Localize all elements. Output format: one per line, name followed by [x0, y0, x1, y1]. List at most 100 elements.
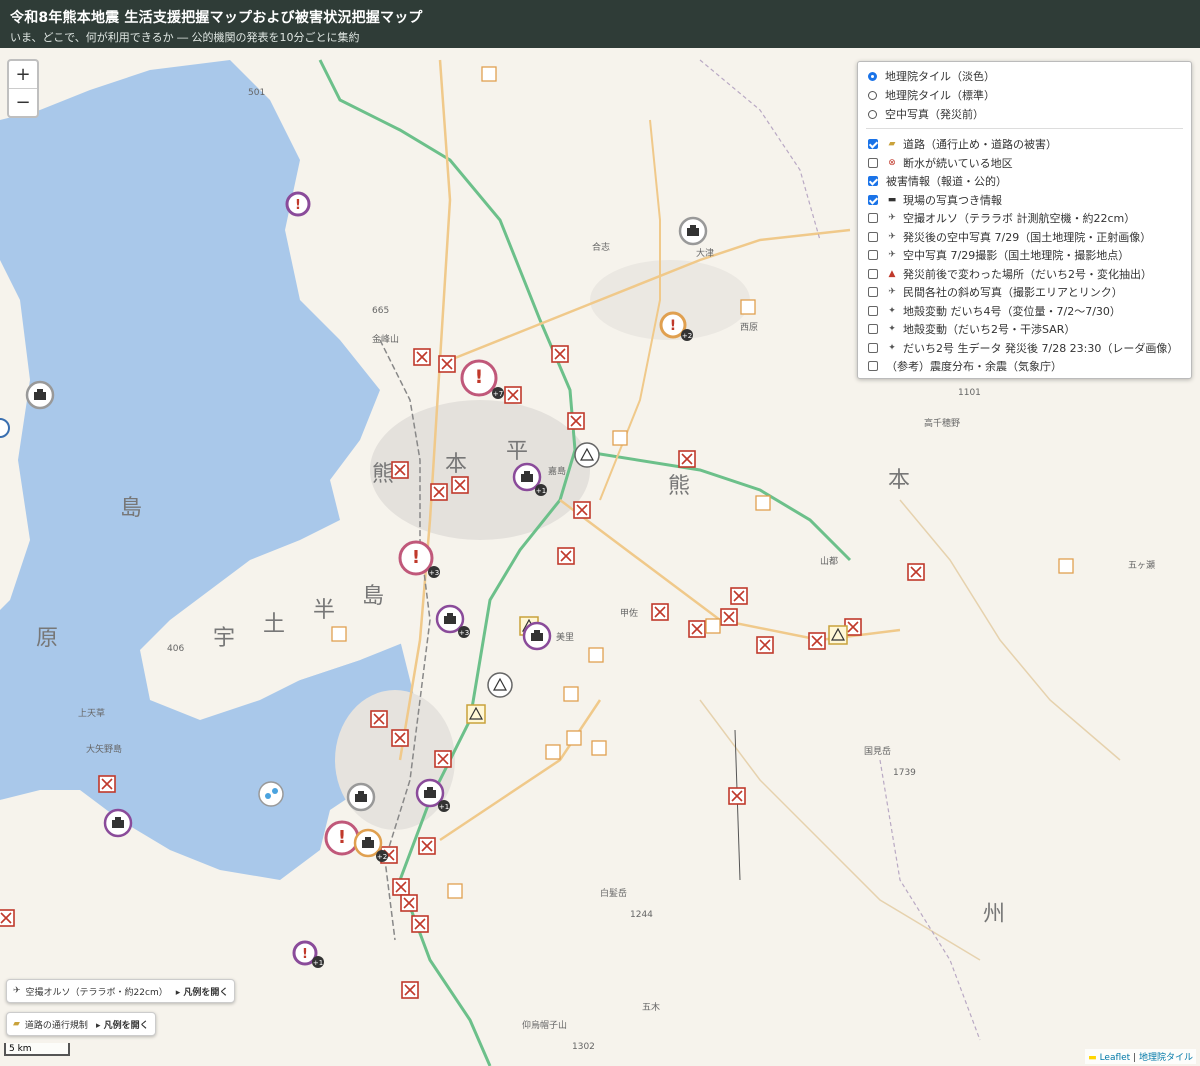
- road-closure-marker[interactable]: [907, 563, 925, 581]
- photo-report-marker[interactable]: [678, 216, 708, 246]
- overlay-option[interactable]: ✦ 地殻変動（だいち2号・干渉SAR）: [868, 321, 1075, 337]
- radio-button[interactable]: [868, 71, 877, 81]
- facility-marker[interactable]: [481, 66, 497, 82]
- road-closure-marker[interactable]: [451, 476, 469, 494]
- road-closure-marker[interactable]: [651, 603, 669, 621]
- road-closure-marker[interactable]: [434, 750, 452, 768]
- road-closure-marker[interactable]: [808, 632, 826, 650]
- legend-open-link[interactable]: ▸ 凡例を開く: [96, 1018, 149, 1031]
- road-closure-marker[interactable]: [728, 787, 746, 805]
- tiles-link[interactable]: 地理院タイル: [1139, 1053, 1193, 1063]
- marker-badge[interactable]: +2: [682, 332, 692, 340]
- facility-marker[interactable]: [331, 626, 347, 642]
- road-closure-marker[interactable]: [98, 775, 116, 793]
- checkbox[interactable]: [868, 250, 878, 260]
- checkbox[interactable]: [868, 176, 878, 186]
- road-closure-marker[interactable]: [411, 915, 429, 933]
- damage-report-marker[interactable]: !: [285, 191, 311, 217]
- warning-marker[interactable]: [574, 442, 600, 468]
- marker-badge[interactable]: +7: [493, 390, 503, 398]
- road-closure-marker[interactable]: [430, 483, 448, 501]
- road-closure-marker[interactable]: [392, 878, 410, 896]
- photo-report-marker[interactable]: [103, 808, 133, 838]
- checkbox[interactable]: [868, 157, 878, 168]
- facility-marker[interactable]: [612, 430, 628, 446]
- photo-report-marker[interactable]: +2: [353, 828, 388, 862]
- checkbox[interactable]: [868, 287, 878, 297]
- legend-toggle-ortho[interactable]: ✈ 空撮オルソ（テララボ・約22cm） ▸ 凡例を開く: [6, 979, 236, 1003]
- marker-badge[interactable]: +3: [459, 629, 469, 637]
- overlay-option[interactable]: ✦ 地殻変動 だいち4号（変位量・7/2〜7/30）: [868, 303, 1121, 319]
- road-closure-marker[interactable]: [391, 729, 409, 747]
- checkbox[interactable]: [868, 268, 878, 279]
- overlay-option[interactable]: ✈ 空撮オルソ（テララボ 計測航空機・約22cm）: [868, 210, 1135, 226]
- road-closure-marker[interactable]: [413, 348, 431, 366]
- leaflet-link[interactable]: Leaflet: [1100, 1053, 1131, 1063]
- base-layer-option[interactable]: 地理院タイル（淡色）: [868, 68, 995, 84]
- checkbox[interactable]: [868, 305, 878, 316]
- road-closure-marker[interactable]: [551, 345, 569, 363]
- base-layer-option[interactable]: 地理院タイル（標準）: [868, 87, 995, 103]
- road-closure-marker[interactable]: [567, 412, 585, 430]
- marker-badge[interactable]: +3: [429, 569, 439, 577]
- road-closure-marker[interactable]: [688, 620, 706, 638]
- facility-marker[interactable]: [591, 740, 607, 756]
- radio-button[interactable]: [868, 90, 877, 100]
- marker-badge[interactable]: +1: [536, 487, 546, 495]
- damage-report-marker[interactable]: ! +2: [659, 311, 693, 341]
- checkbox[interactable]: [868, 231, 878, 242]
- warning-marker[interactable]: [487, 672, 513, 698]
- overlay-option[interactable]: ✈ 発災後の空中写真 7/29（国土地理院・正射画像）: [868, 229, 1151, 245]
- road-closure-marker[interactable]: [438, 355, 456, 373]
- facility-marker[interactable]: [566, 730, 582, 746]
- photo-report-marker[interactable]: +1: [512, 462, 547, 496]
- overlay-option[interactable]: ✈ 空中写真 7/29撮影（国土地理院・撮影地点）: [868, 247, 1129, 263]
- road-closure-marker[interactable]: [401, 981, 419, 999]
- photo-report-marker[interactable]: +3: [435, 604, 470, 638]
- marker-badge[interactable]: +1: [313, 959, 323, 967]
- zoom-out-button[interactable]: −: [9, 89, 37, 116]
- overlay-option[interactable]: ✦ だいち2号 生データ 発災後 7/28 23:30（レーダ画像）: [868, 340, 1178, 356]
- overlay-option[interactable]: （参考）震度分布・余震（気象庁）: [868, 358, 1062, 374]
- warning-marker[interactable]: [466, 704, 486, 724]
- facility-marker[interactable]: [588, 647, 604, 663]
- photo-report-marker[interactable]: [346, 782, 376, 812]
- checkbox[interactable]: [868, 361, 878, 371]
- road-closure-marker[interactable]: [391, 461, 409, 479]
- checkbox[interactable]: [868, 194, 878, 205]
- water-supply-marker[interactable]: [258, 781, 284, 807]
- facility-marker[interactable]: [545, 744, 561, 760]
- road-closure-marker[interactable]: [573, 501, 591, 519]
- checkbox[interactable]: [868, 139, 878, 149]
- facility-marker[interactable]: [447, 883, 463, 899]
- facility-marker[interactable]: [563, 686, 579, 702]
- marker-badge[interactable]: +1: [439, 803, 449, 811]
- road-closure-marker[interactable]: [756, 636, 774, 654]
- radio-button[interactable]: [868, 109, 877, 119]
- checkbox[interactable]: [868, 213, 878, 223]
- overlay-option[interactable]: ▬ 現場の写真つき情報: [868, 192, 1002, 208]
- road-closure-marker[interactable]: [557, 547, 575, 565]
- warning-marker[interactable]: [828, 625, 848, 645]
- checkbox[interactable]: [868, 342, 878, 353]
- marker-badge[interactable]: +2: [377, 853, 387, 861]
- overlay-option[interactable]: ✈ 民間各社の斜め写真（撮影エリアとリンク）: [868, 284, 1123, 300]
- road-closure-marker[interactable]: [370, 710, 388, 728]
- legend-open-link[interactable]: ▸ 凡例を開く: [176, 985, 229, 998]
- partial-marker[interactable]: [0, 418, 10, 438]
- overlay-option[interactable]: ▰ 道路（通行止め・道路の被害）: [868, 136, 1057, 152]
- overlay-option[interactable]: ⊗ 断水が続いている地区: [868, 155, 1013, 171]
- road-closure-marker[interactable]: [418, 837, 436, 855]
- road-closure-marker[interactable]: [0, 909, 15, 927]
- overlay-option[interactable]: ▲ 発災前後で変わった場所（だいち2号・変化抽出）: [868, 266, 1152, 282]
- road-closure-marker[interactable]: [720, 608, 738, 626]
- zoom-in-button[interactable]: +: [9, 61, 37, 89]
- road-closure-marker[interactable]: [730, 587, 748, 605]
- photo-report-marker[interactable]: [25, 380, 55, 410]
- facility-marker[interactable]: [705, 618, 721, 634]
- facility-marker[interactable]: [1058, 558, 1074, 574]
- road-closure-marker[interactable]: [504, 386, 522, 404]
- facility-marker[interactable]: [755, 495, 771, 511]
- damage-report-marker[interactable]: ! +1: [292, 940, 324, 968]
- checkbox[interactable]: [868, 324, 878, 334]
